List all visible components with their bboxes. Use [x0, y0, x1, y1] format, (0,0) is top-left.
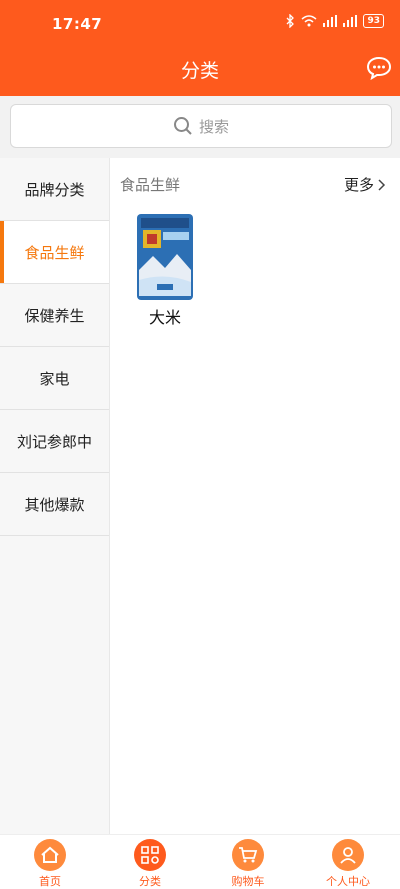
- signal-icon: [323, 15, 338, 27]
- sidebar-item-health[interactable]: 保健养生: [0, 284, 109, 347]
- more-link[interactable]: 更多: [344, 174, 386, 195]
- category-sidebar: 品牌分类 食品生鲜 保健养生 家电 刘记参郎中 其他爆款: [0, 158, 110, 834]
- category-content: 食品生鲜 更多 大米: [110, 158, 400, 834]
- sidebar-item-label: 保健养生: [24, 306, 85, 325]
- product-name: 大米: [148, 308, 181, 327]
- search-icon: [173, 117, 192, 135]
- status-time: 17:47: [52, 15, 103, 33]
- tab-home[interactable]: 首页: [20, 839, 80, 888]
- chevron-right-icon: [378, 178, 386, 191]
- search-input[interactable]: 搜索: [10, 104, 392, 148]
- sidebar-item-appliance[interactable]: 家电: [0, 347, 109, 410]
- home-icon: [34, 839, 66, 871]
- message-icon[interactable]: [366, 56, 392, 80]
- page-title: 分类: [180, 60, 219, 82]
- sidebar-item-label: 食品生鲜: [24, 243, 85, 262]
- tab-profile[interactable]: 个人中心: [318, 839, 378, 888]
- battery-indicator: 93: [363, 14, 384, 28]
- sidebar-item-liuji[interactable]: 刘记参郎中: [0, 410, 109, 473]
- more-label: 更多: [343, 176, 374, 194]
- sidebar-item-label: 其他爆款: [24, 495, 85, 514]
- bottom-tab-bar: 首页 分类 购物车 个人中心: [0, 834, 400, 889]
- sidebar-item-label: 刘记参郎中: [16, 432, 92, 451]
- tab-label: 首页: [39, 875, 61, 888]
- tab-label: 分类: [139, 875, 161, 888]
- section-title: 食品生鲜: [120, 176, 181, 194]
- search-area: 搜索: [0, 96, 400, 158]
- tab-cart[interactable]: 购物车: [218, 839, 278, 888]
- search-placeholder: 搜索: [198, 117, 229, 136]
- wifi-icon: [301, 15, 317, 27]
- sidebar-item-brand[interactable]: 品牌分类: [0, 158, 109, 221]
- sidebar-item-food[interactable]: 食品生鲜: [0, 221, 109, 284]
- app-header: 17:47 93 分类: [0, 0, 400, 96]
- cart-icon: [232, 839, 264, 871]
- sidebar-item-others[interactable]: 其他爆款: [0, 473, 109, 536]
- tab-label: 购物车: [231, 875, 265, 888]
- tab-label: 个人中心: [326, 875, 370, 888]
- sidebar-item-label: 品牌分类: [24, 180, 85, 199]
- rice-bag-image: [137, 214, 193, 300]
- system-icons: 93: [285, 14, 384, 28]
- signal-icon-2: [343, 15, 358, 27]
- status-bar: 17:47 93: [0, 0, 400, 44]
- sidebar-item-label: 家电: [39, 369, 70, 388]
- user-icon: [332, 839, 364, 871]
- tab-category[interactable]: 分类: [120, 839, 180, 888]
- bluetooth-icon: [287, 14, 295, 28]
- category-icon: [134, 839, 166, 871]
- product-card[interactable]: 大米: [120, 208, 210, 327]
